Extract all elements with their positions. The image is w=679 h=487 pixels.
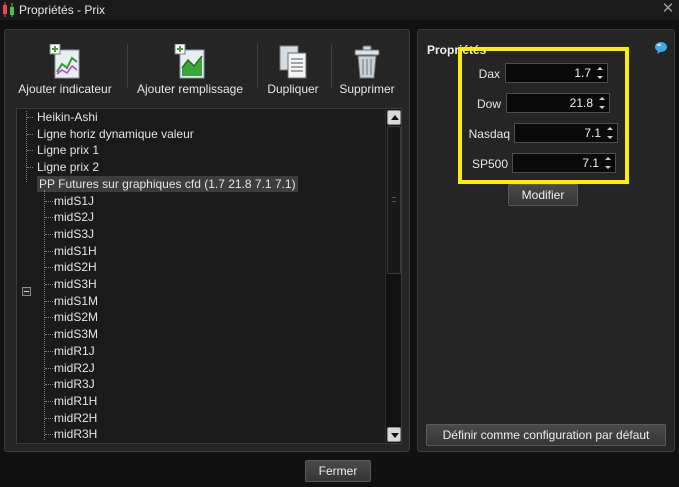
tree-item[interactable]: Ligne horiz dynamique valeur — [37, 126, 194, 142]
tree-child-item[interactable]: midR2H — [54, 410, 97, 426]
tree-child-item[interactable]: midS2H — [54, 259, 97, 275]
duplicate-button[interactable]: Dupliquer — [261, 44, 325, 100]
tree-child-item[interactable]: midS3J — [54, 226, 94, 242]
tree-child-item[interactable]: midS1M — [54, 293, 98, 309]
scroll-up-button[interactable] — [387, 110, 401, 125]
help-bubble-icon[interactable] — [654, 41, 668, 55]
tree-child-item[interactable]: midS2M — [54, 309, 98, 325]
tree-child-item[interactable]: midS1H — [54, 243, 97, 259]
scroll-thumb[interactable] — [387, 126, 401, 274]
arrow-up-icon — [391, 115, 399, 120]
add-fill-icon — [174, 44, 205, 79]
tree-guide-line — [27, 133, 33, 135]
properties-panel: Propriétés Dax Dow Nasdaq SP500 — [417, 29, 675, 452]
tree-child-item[interactable]: midR1H — [54, 393, 97, 409]
window-title: Propriétés - Prix — [19, 3, 106, 17]
tree-child-item[interactable]: midS3M — [54, 326, 98, 342]
trash-icon — [354, 45, 380, 79]
indicator-tree: Heikin-Ashi Ligne horiz dynamique valeur L… — [16, 108, 402, 444]
tree-child-item[interactable]: midS2J — [54, 209, 94, 225]
duplicate-label: Dupliquer — [267, 82, 319, 96]
tree-child-item[interactable]: midR3H — [54, 426, 97, 442]
highlight-frame — [458, 47, 629, 184]
tree-child-item[interactable]: midR1J — [54, 343, 95, 359]
set-default-config-button[interactable]: Définir comme configuration par défaut — [426, 424, 666, 446]
toolbar-divider — [257, 44, 258, 88]
add-indicator-label: Ajouter indicateur — [18, 82, 112, 96]
title-bar: Propriétés - Prix ✕ — [0, 0, 679, 20]
candlestick-app-icon — [3, 2, 14, 17]
modify-button[interactable]: Modifier — [508, 184, 578, 206]
tree-child-item[interactable]: midR3J — [54, 376, 95, 392]
tree-item[interactable]: Ligne prix 1 — [37, 142, 99, 158]
tree-item-pp-futures[interactable]: PP Futures sur graphiques cfd (1.7 21.8 … — [37, 175, 298, 192]
tree-child-item[interactable]: midR2J — [54, 360, 95, 376]
scroll-down-button[interactable] — [387, 427, 401, 442]
tree-guide-line — [44, 189, 45, 441]
add-fill-label: Ajouter remplissage — [136, 82, 244, 96]
tree-guide-line — [27, 167, 33, 169]
arrow-down-icon — [391, 433, 399, 438]
toolbar-divider — [127, 44, 128, 88]
items-panel: Ajouter indicateur Ajouter remplissage D… — [4, 29, 410, 452]
delete-button[interactable]: Supprimer — [335, 44, 399, 100]
toolbar-divider — [331, 44, 332, 88]
tree-child-item[interactable]: midS1J — [54, 193, 94, 209]
tree-item[interactable]: Heikin-Ashi — [37, 109, 98, 125]
toolbar: Ajouter indicateur Ajouter remplissage D… — [5, 30, 409, 104]
delete-label: Supprimer — [339, 82, 395, 96]
tree-scrollbar[interactable] — [385, 109, 401, 443]
close-button[interactable]: Fermer — [305, 460, 371, 482]
add-indicator-icon — [49, 44, 80, 79]
tree-item[interactable]: Ligne prix 2 — [37, 159, 99, 175]
collapse-toggle-icon[interactable] — [22, 287, 31, 296]
add-indicator-button[interactable]: Ajouter indicateur — [15, 44, 115, 100]
tree-list: Heikin-Ashi Ligne horiz dynamique valeur L… — [17, 109, 385, 443]
tree-child-item[interactable]: midS3H — [54, 276, 97, 292]
tree-guide-line — [27, 150, 33, 152]
add-fill-button[interactable]: Ajouter remplissage — [133, 44, 247, 100]
duplicate-icon — [279, 45, 307, 79]
tree-guide-line — [27, 117, 33, 118]
tree-guide-line — [26, 111, 27, 182]
grip-icon — [392, 197, 396, 202]
close-icon[interactable]: ✕ — [661, 0, 675, 18]
